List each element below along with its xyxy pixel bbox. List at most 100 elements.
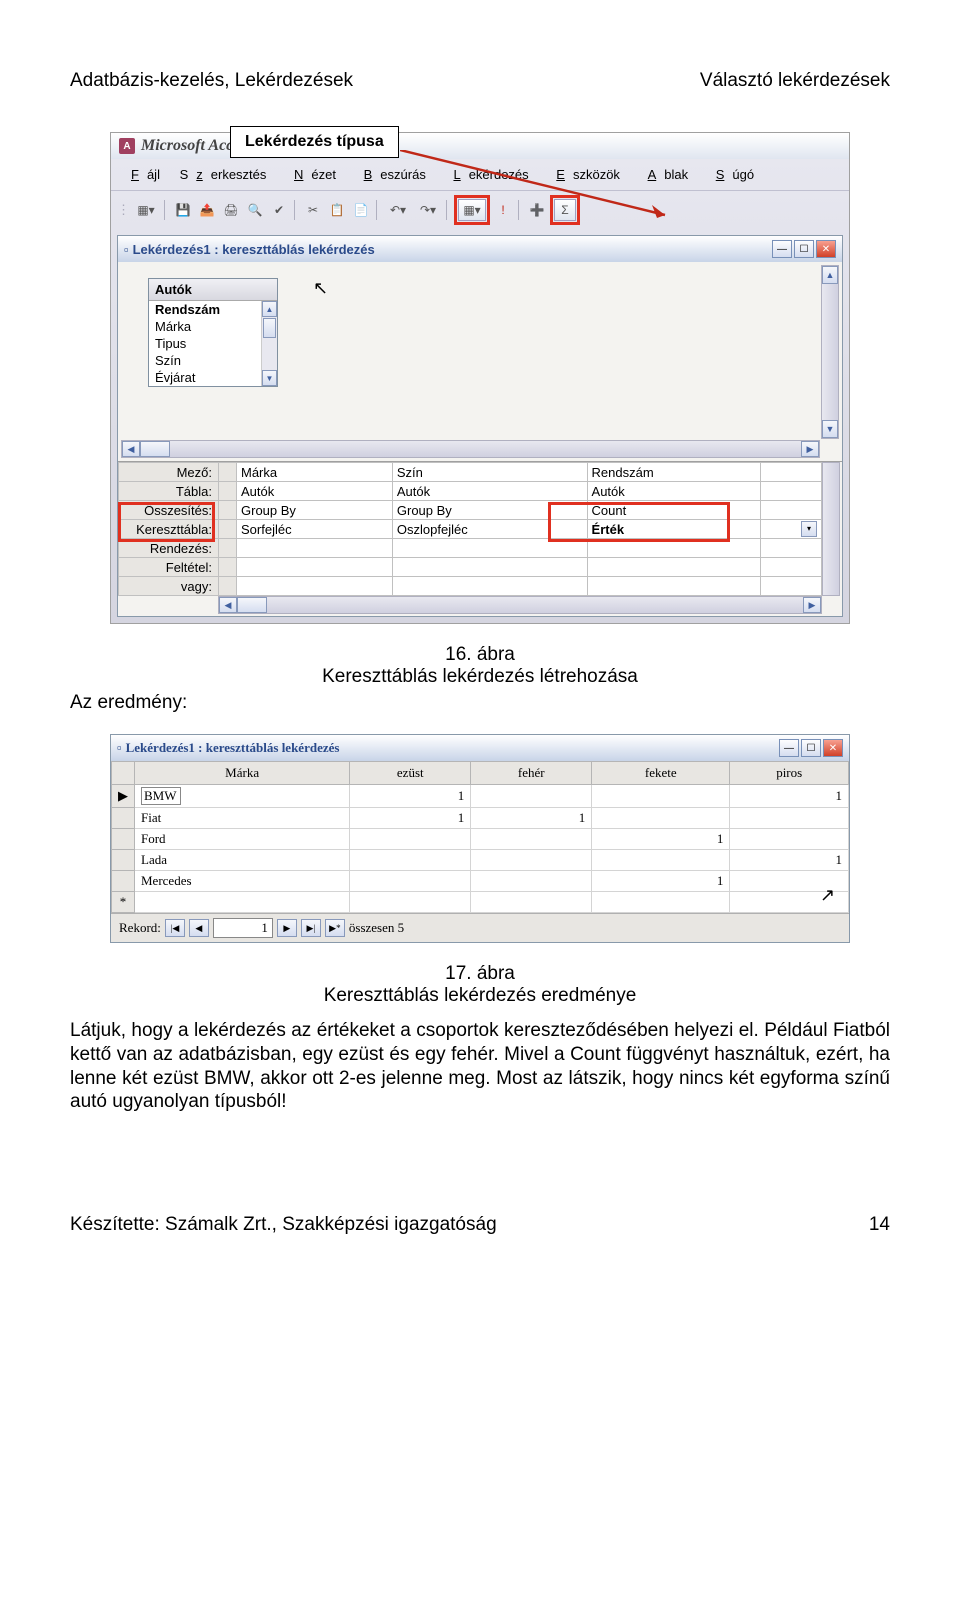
field-item[interactable]: Évjárat [149,369,261,386]
menu-query[interactable]: Lekérdezés [437,161,536,188]
menu-tools[interactable]: Eszközök [540,161,628,188]
chevron-down-icon[interactable]: ▾ [801,521,817,537]
scroll-down-icon[interactable]: ▼ [822,420,838,438]
table-row[interactable]: ▶ BMW 1 1 [112,785,849,808]
undo-icon[interactable]: ↶▾ [384,199,412,221]
new-row[interactable]: * [112,892,849,913]
cell-value [592,808,730,829]
cell-value: 1 [730,785,849,808]
cursor-icon: ↖ [820,885,835,906]
col-header[interactable]: piros [730,762,849,785]
close-button[interactable]: ✕ [816,240,836,258]
grid-cell[interactable]: Rendszám [587,463,760,482]
nav-new-button[interactable]: ▶* [325,919,345,937]
field-item[interactable]: Tipus [149,335,261,352]
scroll-down-icon[interactable]: ▼ [262,370,277,386]
minimize-button[interactable]: — [779,739,799,757]
col-header[interactable]: ezüst [350,762,471,785]
scroll-thumb[interactable] [263,318,276,338]
scroll-right-icon[interactable]: ▶ [801,441,819,457]
print-icon[interactable]: 🖨 [220,199,242,221]
scroll-up-icon[interactable]: ▲ [822,266,838,284]
table-row[interactable]: Lada 1 [112,850,849,871]
grid-cell[interactable]: Autók [392,482,587,501]
field-list-box: Autók Rendszám Márka Tipus Szín Évjárat … [148,278,278,387]
toolbar: ⋮ ▦▾ 💾 📤 🖨 🔍 ✔ ✂ 📋 📄 ↶▾ ↷▾ ▦▾ ! [111,190,849,229]
nav-first-button[interactable]: |◀ [165,919,185,937]
col-header[interactable]: Márka [135,762,350,785]
redo-icon[interactable]: ↷▾ [414,199,442,221]
grid-cell[interactable]: Group By [392,501,587,520]
cell-value: 1 [350,785,471,808]
totals-button[interactable]: Σ [554,199,576,221]
grid-cell[interactable]: Count [587,501,760,520]
field-scrollbar[interactable]: ▲ ▼ [261,301,277,386]
grid-cell[interactable]: Érték [587,520,760,539]
minimize-button[interactable]: — [772,240,792,258]
grid-cell[interactable] [761,463,822,482]
row-selector[interactable]: ▶ [112,785,135,808]
scroll-thumb[interactable] [237,597,267,613]
query-type-button[interactable]: ▦▾ [458,199,486,221]
scroll-left-icon[interactable]: ◀ [219,597,237,613]
run-icon[interactable]: ! [492,199,514,221]
grid-vscroll[interactable] [822,462,840,596]
save-icon[interactable]: 💾 [172,199,194,221]
nav-prev-button[interactable]: ◀ [189,919,209,937]
paste-icon[interactable]: 📄 [350,199,372,221]
maximize-button[interactable]: ☐ [801,739,821,757]
close-button[interactable]: ✕ [823,739,843,757]
cell-value: 1 [350,808,471,829]
cell-value[interactable]: Fiat [135,808,350,829]
body-paragraph: Látjuk, hogy a lekérdezés az értékeket a… [70,1019,890,1114]
row-label: vagy: [119,577,219,596]
menu-view[interactable]: Nézet [278,161,344,188]
grid-cell[interactable]: Szín [392,463,587,482]
cell-value[interactable]: Lada [135,850,350,871]
scroll-left-icon[interactable]: ◀ [122,441,140,457]
menu-help[interactable]: Súgó [700,161,762,188]
menu-file[interactable]: Fájl [115,161,168,188]
menu-insert[interactable]: Beszúrás [348,161,434,188]
cut-icon[interactable]: ✂ [302,199,324,221]
callout-label: Lekérdezés típusa [230,126,399,158]
cell-value[interactable]: BMW [141,787,181,805]
col-header[interactable]: fekete [592,762,730,785]
grid-cell[interactable]: Group By [237,501,393,520]
grid-cell[interactable]: Oszlopfejléc [392,520,587,539]
table-row[interactable]: Ford 1 [112,829,849,850]
menu-edit[interactable]: Szerkesztés [172,161,275,188]
grid-hscroll[interactable]: ◀ ▶ [218,596,822,614]
preview-icon[interactable]: 🔍 [244,199,266,221]
table-row[interactable]: Fiat 1 1 [112,808,849,829]
pane-vscroll[interactable]: ▲ ▼ [821,265,839,439]
grid-cell[interactable]: ▾ [761,520,822,539]
nav-next-button[interactable]: ▶ [277,919,297,937]
cell-value[interactable]: Mercedes [135,871,350,892]
table-row[interactable]: Mercedes 1 [112,871,849,892]
grid-cell[interactable]: Sorfejléc [237,520,393,539]
figure-caption-2: 17. ábraKereszttáblás lekérdezés eredmén… [70,963,890,1007]
export-icon[interactable]: 📤 [196,199,218,221]
scroll-up-icon[interactable]: ▲ [262,301,277,317]
nav-record-input[interactable]: 1 [213,918,273,938]
grid-cell[interactable]: Autók [237,482,393,501]
grid-cell[interactable]: Márka [237,463,393,482]
field-item[interactable]: Szín [149,352,261,369]
field-item[interactable]: Márka [149,318,261,335]
maximize-button[interactable]: ☐ [794,240,814,258]
grid-cell[interactable]: Autók [587,482,760,501]
col-header[interactable]: fehér [471,762,592,785]
show-table-icon[interactable]: ➕ [526,199,548,221]
result-window-title: Lekérdezés1 : kereszttáblás lekérdezés [126,740,340,756]
field-item[interactable]: Rendszám [149,301,261,318]
menu-window[interactable]: Ablak [632,161,697,188]
scroll-right-icon[interactable]: ▶ [803,597,821,613]
spell-icon[interactable]: ✔ [268,199,290,221]
copy-icon[interactable]: 📋 [326,199,348,221]
pane-hscroll[interactable]: ◀ ▶ [121,440,820,458]
scroll-thumb[interactable] [140,441,170,457]
cell-value[interactable]: Ford [135,829,350,850]
view-button[interactable]: ▦▾ [132,199,160,221]
nav-last-button[interactable]: ▶| [301,919,321,937]
